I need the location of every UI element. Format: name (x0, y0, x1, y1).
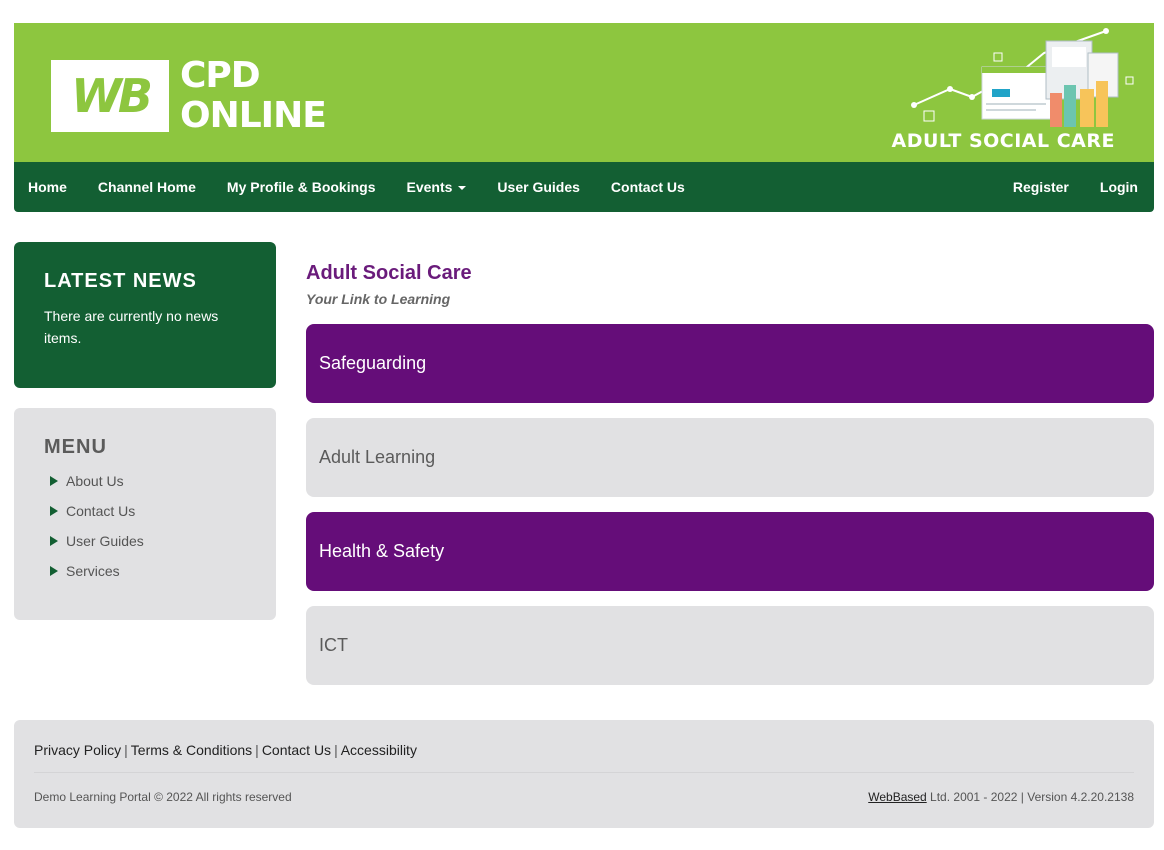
caret-down-icon (458, 186, 467, 191)
nav-my-profile-bookings[interactable]: My Profile & Bookings (227, 179, 376, 195)
nav-home[interactable]: Home (28, 179, 67, 195)
menu-list: About Us Contact Us User Guides Services (44, 473, 246, 593)
logo-mark: WB (51, 60, 169, 132)
footer-separator: | (334, 742, 338, 758)
main-nav: Home Channel Home My Profile & Bookings … (14, 162, 1154, 212)
channel-tile-ict[interactable]: ICT (306, 606, 1154, 685)
header-banner: WB CPD ONLINE ADULT SOCIAL CARE (14, 23, 1154, 162)
channel-tile-safeguarding[interactable]: Safeguarding (306, 324, 1154, 403)
menu-item-services[interactable]: Services (44, 563, 246, 593)
site-logo[interactable]: WB CPD ONLINE (51, 55, 327, 136)
footer-separator: | (124, 742, 128, 758)
latest-news-body: There are currently no news items. (44, 308, 219, 346)
channel-tile-label: Health & Safety (319, 541, 445, 561)
nav-events-dropdown[interactable]: Events (407, 179, 467, 195)
latest-news-title: LATEST NEWS (44, 270, 197, 292)
menu-item-label: User Guides (66, 533, 144, 549)
nav-contact-us[interactable]: Contact Us (611, 179, 685, 195)
footer-copyright: Demo Learning Portal © 2022 All rights r… (34, 790, 292, 804)
nav-left: Home Channel Home My Profile & Bookings … (14, 179, 702, 195)
nav-channel-home[interactable]: Channel Home (98, 179, 196, 195)
menu-item-user-guides[interactable]: User Guides (44, 533, 246, 563)
menu-item-label: About Us (66, 473, 124, 489)
page-title: Adult Social Care (306, 262, 472, 284)
triangle-right-icon (50, 536, 58, 546)
channel-tile-label: ICT (319, 635, 348, 655)
menu-item-label: Contact Us (66, 503, 136, 519)
page-subtitle: Your Link to Learning (306, 291, 451, 307)
footer-link-contact-us[interactable]: Contact Us (262, 742, 331, 758)
nav-right: Register Login (982, 179, 1154, 195)
nav-register[interactable]: Register (1013, 179, 1069, 195)
channel-tile-health-safety[interactable]: Health & Safety (306, 512, 1154, 591)
triangle-right-icon (50, 566, 58, 576)
footer-webbased-link[interactable]: WebBased (868, 790, 926, 804)
footer-link-terms-conditions[interactable]: Terms & Conditions (131, 742, 252, 758)
nav-user-guides[interactable]: User Guides (497, 179, 579, 195)
logo-text: CPD ONLINE (180, 55, 327, 136)
footer-divider (34, 772, 1134, 773)
channel-tile-adult-learning[interactable]: Adult Learning (306, 418, 1154, 497)
triangle-right-icon (50, 506, 58, 516)
menu-title: MENU (44, 436, 107, 458)
nav-events-label: Events (406, 179, 453, 195)
footer: Privacy Policy | Terms & Conditions | Contac… (14, 720, 1154, 828)
footer-link-privacy-policy[interactable]: Privacy Policy (34, 742, 121, 758)
channel-caption: ADULT SOCIAL CARE (891, 130, 1115, 152)
menu-panel: MENU About Us Contact Us User Guides Ser… (14, 408, 276, 620)
footer-version-text: Ltd. 2001 - 2022 | Version 4.2.20.2138 (926, 790, 1134, 804)
channel-tile-label: Safeguarding (319, 353, 427, 373)
menu-item-label: Services (66, 563, 120, 579)
footer-link-accessibility[interactable]: Accessibility (341, 742, 417, 758)
logo-mark-text: WB (71, 69, 153, 123)
menu-item-about-us[interactable]: About Us (44, 473, 246, 503)
triangle-right-icon (50, 476, 58, 486)
footer-links: Privacy Policy | Terms & Conditions | Contac… (34, 742, 417, 758)
logo-line-1: CPD (180, 55, 261, 96)
logo-line-2: ONLINE (180, 95, 327, 136)
channel-tile-label: Adult Learning (319, 447, 436, 467)
latest-news-panel: LATEST NEWS There are currently no news … (14, 242, 276, 388)
menu-item-contact-us[interactable]: Contact Us (44, 503, 246, 533)
nav-login[interactable]: Login (1100, 179, 1138, 195)
footer-version: WebBased Ltd. 2001 - 2022 | Version 4.2.… (868, 790, 1134, 804)
footer-separator: | (255, 742, 259, 758)
